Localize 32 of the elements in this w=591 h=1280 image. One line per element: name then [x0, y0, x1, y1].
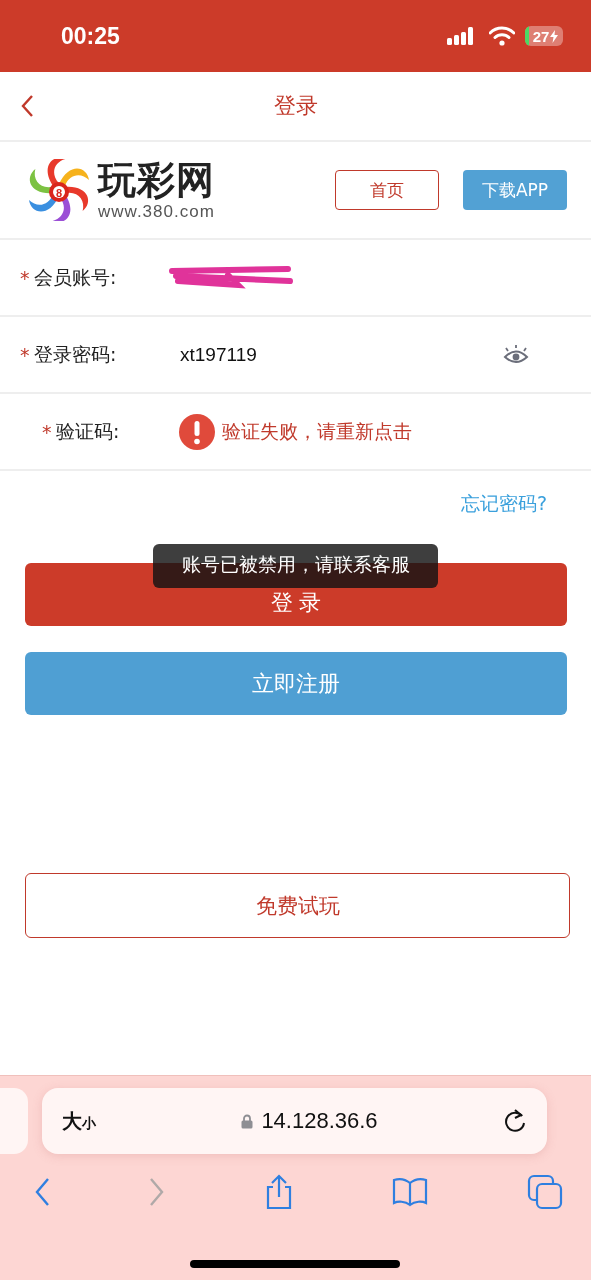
field-label: 验证码:: [56, 418, 121, 444]
password-field[interactable]: xt197119: [180, 343, 503, 366]
brand-button[interactable]: 首页: [335, 170, 439, 210]
field-label: 登录密码:: [34, 341, 118, 367]
back-icon[interactable]: [34, 1177, 50, 1207]
captcha-error[interactable]: 验证失败，请重新点击: [222, 418, 412, 445]
page-title: 登录: [273, 92, 318, 120]
eye-icon[interactable]: [503, 344, 529, 365]
tabs-icon[interactable]: [527, 1174, 563, 1210]
trial-button[interactable]: 免费试玩: [25, 873, 570, 938]
book-icon[interactable]: [392, 1177, 429, 1207]
field-label: 会员账号:: [34, 264, 118, 290]
logo-domain: www.380.com: [98, 202, 215, 222]
back-icon[interactable]: [20, 94, 34, 118]
required-marker: *: [20, 343, 31, 366]
brand-button[interactable]: 下载APP: [463, 170, 567, 210]
toast: 账号已被禁用，请联系客服: [153, 544, 438, 588]
forgot-password-link[interactable]: 忘记密码?: [460, 491, 547, 543]
logo-name: 玩彩网: [98, 158, 215, 202]
text-size-button[interactable]: 大小: [62, 1107, 96, 1135]
clock: 00:25: [61, 22, 120, 50]
wifi-icon: [489, 26, 515, 46]
lock-icon: [241, 1113, 254, 1129]
reload-icon[interactable]: [503, 1108, 527, 1134]
required-marker: *: [42, 420, 53, 443]
battery-icon: 27: [525, 26, 563, 46]
url-text: 14.128.36.6: [261, 1108, 378, 1134]
forward-icon[interactable]: [148, 1177, 165, 1207]
address-bar[interactable]: 大小 14.128.36.6: [42, 1088, 547, 1154]
error-icon: [178, 412, 216, 451]
required-marker: *: [20, 266, 31, 289]
main-button[interactable]: 立即注册: [25, 652, 567, 715]
